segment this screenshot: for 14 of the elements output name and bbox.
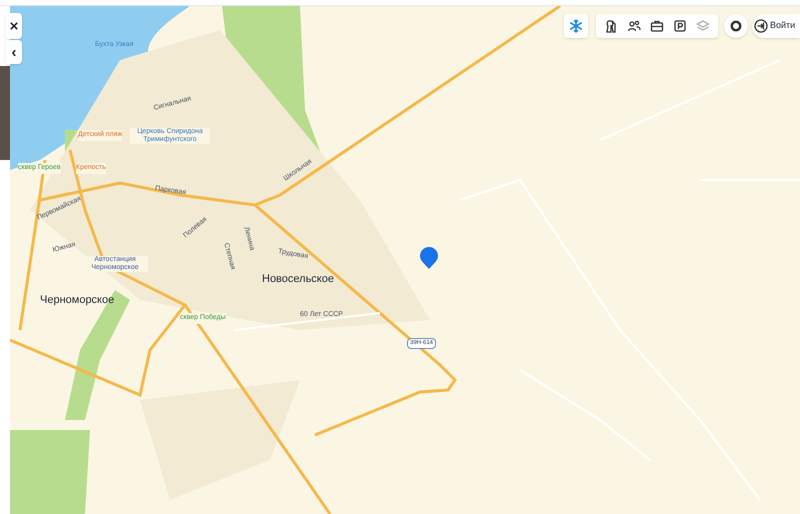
town-name: Новосельское: [262, 272, 334, 287]
winter-mode-button[interactable]: [564, 14, 588, 38]
snowflake-icon: [569, 19, 583, 33]
briefcase-icon: [650, 19, 664, 33]
sign-in-icon: [754, 19, 768, 33]
collapse-panel-button[interactable]: ‹: [6, 40, 22, 64]
close-panel-button[interactable]: ×: [6, 13, 22, 39]
ring-icon: [730, 20, 742, 32]
people-icon: [627, 19, 642, 33]
town-name: Черноморское: [40, 293, 114, 308]
login-button[interactable]: Войти: [752, 14, 800, 38]
location-pin-icon: [419, 247, 439, 269]
parking-icon: [672, 19, 687, 33]
layers-icon: [696, 19, 710, 33]
